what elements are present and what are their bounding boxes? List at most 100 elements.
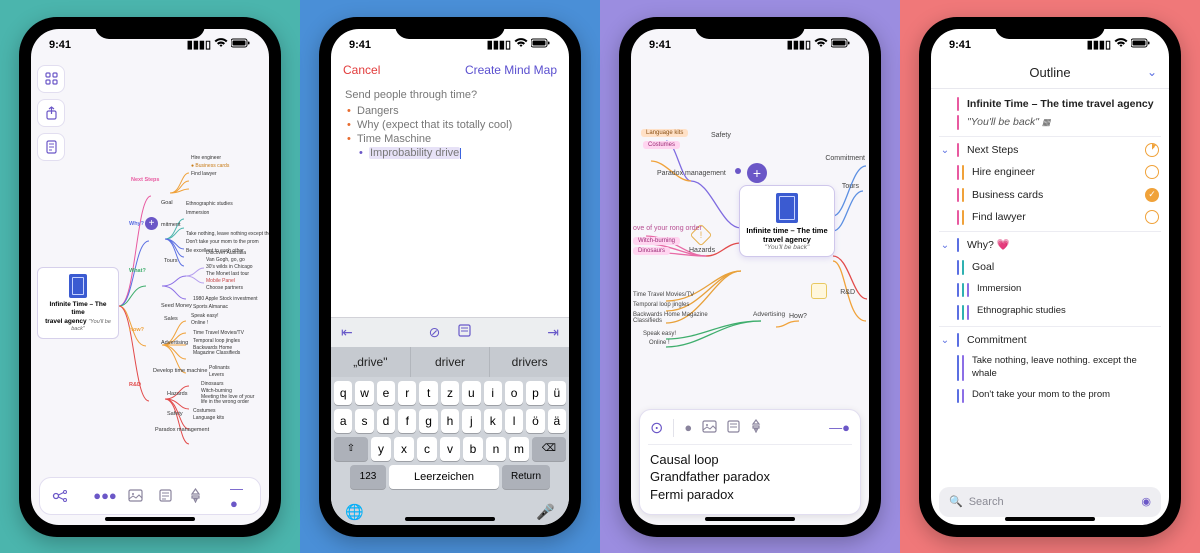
key-j[interactable]: j <box>462 409 480 433</box>
key-x[interactable]: x <box>394 437 414 461</box>
prediction-item[interactable]: drivers <box>490 347 569 377</box>
plus-icon[interactable]: + <box>145 217 158 230</box>
outline-row[interactable]: ⌄Why? 💗 <box>931 234 1169 257</box>
node[interactable]: Witch-burning <box>201 388 232 394</box>
node[interactable]: Find lawyer <box>191 171 217 177</box>
label-hazards[interactable]: Hazards <box>689 247 715 254</box>
style-icon[interactable] <box>750 419 762 436</box>
return-key[interactable]: Return <box>502 465 550 489</box>
outline-row[interactable]: ⌄Take nothing, leave nothing. except the… <box>931 351 1169 385</box>
status-empty[interactable] <box>1145 165 1159 179</box>
branch-rd[interactable]: R&D <box>129 382 141 388</box>
image-icon[interactable] <box>702 420 717 436</box>
key-s[interactable]: s <box>355 409 373 433</box>
node[interactable]: Safety <box>167 411 183 417</box>
outline-row[interactable]: ⌄Immersion <box>931 279 1169 302</box>
node[interactable]: Advertising <box>161 340 188 346</box>
node[interactable]: Speak easy! <box>643 331 676 337</box>
node[interactable]: Discover Australia <box>206 250 246 256</box>
node[interactable]: ● Business cards <box>191 163 229 169</box>
node[interactable]: Backwards Home Magazine Classifieds <box>633 312 708 325</box>
root-node-card[interactable]: Infinite Time – The time travel agency "… <box>37 267 119 339</box>
outline-row[interactable]: ⌄Commitment <box>931 329 1169 352</box>
home-indicator[interactable] <box>105 517 195 521</box>
node[interactable]: mitment <box>161 222 181 228</box>
outline-row[interactable]: ⌄Don't take your mom to the prom <box>931 385 1169 408</box>
shift-key[interactable]: ⇧ <box>334 437 368 461</box>
key-e[interactable]: e <box>377 381 395 405</box>
node[interactable]: Paradox management <box>155 427 209 433</box>
home-indicator[interactable] <box>705 517 795 521</box>
key-ü[interactable]: ü <box>548 381 566 405</box>
node[interactable]: Backwards Home Magazine Classifieds <box>193 346 253 357</box>
chevron-down-icon[interactable]: ⌄ <box>939 334 951 348</box>
status-done[interactable]: ✓ <box>1145 188 1159 202</box>
label-advertising[interactable]: Advertising <box>753 311 785 318</box>
outline-row[interactable]: ⌄Ethnographic studies <box>931 301 1169 324</box>
document-icon[interactable] <box>37 133 65 161</box>
node[interactable]: Immersion <box>186 210 209 216</box>
node[interactable]: Time Travel Movies/TV <box>193 330 244 336</box>
node[interactable]: Ethnographic studies <box>186 201 233 207</box>
outline-row[interactable]: ⌄Next Steps <box>931 139 1169 162</box>
key-o[interactable]: o <box>505 381 523 405</box>
node[interactable]: Sales <box>164 316 178 322</box>
node[interactable]: Seed Money <box>161 303 192 309</box>
node[interactable]: The Monet last tour <box>206 271 249 277</box>
check-icon[interactable]: ⊘ <box>429 324 441 341</box>
chip-witch[interactable]: Witch-burning <box>633 237 680 245</box>
key-k[interactable]: k <box>484 409 502 433</box>
style-icon[interactable] <box>185 486 205 506</box>
key-h[interactable]: h <box>441 409 459 433</box>
prediction-item[interactable]: driver <box>411 347 491 377</box>
outline-row[interactable]: ⌄Hire engineer <box>931 161 1169 184</box>
branch-goal[interactable]: Goal <box>161 200 173 206</box>
mic-icon[interactable]: ◉ <box>1141 495 1151 508</box>
key-y[interactable]: y <box>371 437 391 461</box>
chevron-down-icon[interactable]: ⌄ <box>1147 65 1157 79</box>
note-icon[interactable] <box>458 324 471 341</box>
key-g[interactable]: g <box>419 409 437 433</box>
home-indicator[interactable] <box>1005 517 1095 521</box>
chat-icon[interactable]: ●●● <box>95 486 115 506</box>
node[interactable]: Sports Almanac <box>193 304 228 310</box>
status-empty[interactable] <box>1145 210 1159 224</box>
key-d[interactable]: d <box>377 409 395 433</box>
node[interactable]: Don't take your mom to the prom <box>186 239 259 245</box>
outdent-icon[interactable]: ⇤ <box>341 324 353 341</box>
key-ä[interactable]: ä <box>548 409 566 433</box>
home-indicator[interactable] <box>405 517 495 521</box>
key-u[interactable]: u <box>462 381 480 405</box>
backspace-key[interactable]: ⌫ <box>532 437 566 461</box>
chip-costumes[interactable]: Costumes <box>643 141 680 149</box>
key-f[interactable]: f <box>398 409 416 433</box>
note-icon[interactable] <box>155 486 175 506</box>
node[interactable]: Hazards <box>167 391 187 397</box>
label-love[interactable]: ove of your rong order <box>633 225 702 232</box>
indent-icon[interactable]: ⇥ <box>547 324 559 341</box>
node[interactable]: 1980 Apple Stock investment <box>193 296 258 302</box>
key-n[interactable]: n <box>486 437 506 461</box>
key-r[interactable]: r <box>398 381 416 405</box>
mic-icon[interactable]: 🎤 <box>536 503 555 521</box>
label-commitment[interactable]: Commitment <box>825 155 865 162</box>
node[interactable]: Levers <box>209 372 224 378</box>
outline-row[interactable]: ⌄Find lawyer <box>931 206 1169 229</box>
prediction-item[interactable]: „drive" <box>331 347 411 377</box>
focus-icon[interactable]: ⊙ <box>650 418 663 438</box>
outline-row[interactable]: ⌄Goal <box>931 256 1169 279</box>
create-mindmap-button[interactable]: Create Mind Map <box>465 63 557 77</box>
key-c[interactable]: c <box>417 437 437 461</box>
outline-row[interactable]: ⌄Business cards✓ <box>931 184 1169 207</box>
link-icon[interactable]: —● <box>829 420 850 435</box>
key-v[interactable]: v <box>440 437 460 461</box>
key-m[interactable]: m <box>509 437 529 461</box>
node[interactable]: 30's wilds in Chicago <box>206 264 253 270</box>
key-ö[interactable]: ö <box>526 409 544 433</box>
node[interactable]: Hire engineer <box>191 155 221 161</box>
label-safety[interactable]: Safety <box>711 132 731 139</box>
share-icon[interactable] <box>37 99 65 127</box>
note-icon[interactable] <box>727 420 740 436</box>
chip-dinos[interactable]: Dinosaurs <box>633 247 670 255</box>
panel-text[interactable]: Causal loop Grandfather paradox Fermi pa… <box>650 451 850 504</box>
